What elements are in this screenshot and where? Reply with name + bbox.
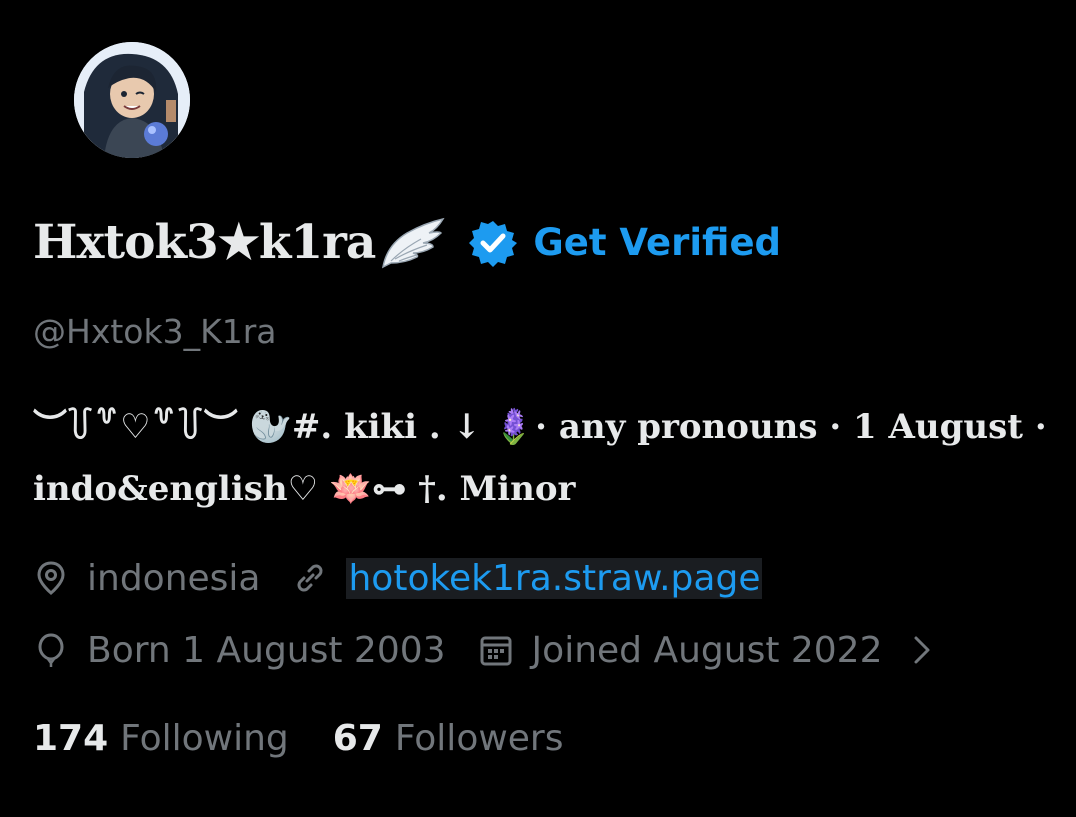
- following-link[interactable]: 174 Following: [33, 718, 289, 759]
- location-pin-icon: [37, 561, 65, 595]
- website-link[interactable]: hotokek1ra.straw.page: [346, 557, 763, 599]
- chevron-right-icon[interactable]: [909, 633, 935, 667]
- display-name: Hxtok3★k1ra: [33, 215, 376, 270]
- verified-badge-icon[interactable]: [469, 219, 518, 267]
- link-icon: [298, 564, 323, 592]
- profile-name-row: Hxtok3★k1ra Get Verified: [33, 205, 781, 280]
- avatar-image: [74, 42, 190, 158]
- balloon-icon: [38, 633, 64, 667]
- followers-link[interactable]: 67 Followers: [333, 718, 564, 759]
- joined-date: Joined August 2022: [531, 629, 883, 671]
- calendar-icon: [480, 636, 512, 666]
- born-date: Born 1 August 2003: [87, 629, 446, 671]
- location-text: indonesia: [87, 557, 261, 599]
- followers-label: Followers: [394, 717, 564, 759]
- profile-meta-row: indonesia hotokek1ra.straw.page: [33, 550, 763, 606]
- profile-bio: ︶꒦꒷♡꒷꒦︶ 🦭#. kiki . ↓ 🪻· any pronouns · 1…: [33, 396, 1063, 520]
- wing-icon: [382, 217, 445, 268]
- follow-stats: 174 Following 67 Followers: [33, 710, 564, 766]
- profile-handle: @Hxtok3_K1ra: [33, 312, 277, 351]
- bio-line: ︶꒦꒷♡꒷꒦︶ 🦭#. kiki . ↓ 🪻· any pronouns · 1…: [33, 407, 1047, 447]
- following-count: 174: [33, 717, 109, 759]
- profile-meta-row: Born 1 August 2003 Joined August 2022: [33, 622, 935, 678]
- get-verified-link[interactable]: Get Verified: [533, 221, 781, 264]
- following-label: Following: [120, 717, 289, 759]
- followers-count: 67: [332, 717, 383, 759]
- bio-line: indo&english♡ 🪷⊶ †. Minor: [33, 469, 576, 509]
- avatar[interactable]: [72, 40, 192, 160]
